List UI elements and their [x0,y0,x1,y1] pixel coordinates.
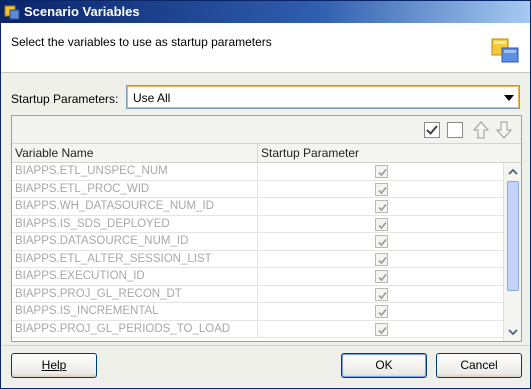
variable-name-cell: BIAPPS.IS_INCREMENTAL [12,303,258,320]
checkmark-icon [378,326,387,334]
table-row[interactable]: BIAPPS.WH_DATASOURCE_NUM_ID [12,198,503,216]
table-row[interactable]: BIAPPS.PROJ_GL_RECON_DT [12,285,503,303]
checkmark-icon [378,168,387,177]
app-icon [4,5,20,20]
checkmark-icon [378,256,387,264]
startup-parameter-checkbox[interactable] [375,165,388,178]
checkmark-icon [378,186,387,194]
variable-name-cell: BIAPPS.DATASOURCE_NUM_ID [12,233,258,250]
variable-name-cell: BIAPPS.EXECUTION_ID [12,268,258,285]
variable-name-cell: BIAPPS.WH_DATASOURCE_NUM_ID [12,198,258,215]
variables-rows: BIAPPS.ETL_UNSPEC_NUM BIAPPS.ETL_PROC_WID… [12,163,503,341]
variable-name-cell: BIAPPS.PROJ_GL_PERIODS_TO_LOAD [12,320,258,338]
variable-name-cell: BIAPPS.PROJ_GL_RECON_DT [12,285,258,303]
checkmark-icon [378,291,387,299]
table-row[interactable]: BIAPPS.IS_INCREMENTAL [12,303,503,321]
checkmark-icon [378,238,387,247]
scroll-up-icon[interactable] [506,165,520,179]
table-row[interactable]: BIAPPS.ETL_PROC_WID [12,180,503,198]
startup-parameter-cell [258,286,503,303]
uncheck-all-icon[interactable] [446,121,464,139]
ok-button[interactable]: OK [341,353,427,378]
startup-parameter-checkbox[interactable] [375,182,388,196]
checkmark-icon [378,203,387,212]
startup-parameter-checkbox[interactable] [375,305,388,318]
variable-name-cell: BIAPPS.ETL_UNSPEC_NUM [12,163,258,180]
variables-grid: Variable Name Startup Parameter BIAPPS.E… [11,115,522,342]
window-title: Scenario Variables [24,4,140,19]
startup-parameter-checkbox[interactable] [375,200,388,213]
move-up-icon[interactable] [472,121,490,139]
table-row[interactable]: BIAPPS.PROJ_GL_PERIODS_TO_LOAD [12,320,503,338]
scroll-down-icon[interactable] [506,325,520,339]
scrollbar-thumb[interactable] [507,181,519,291]
startup-parameter-cell [258,251,503,268]
startup-parameter-cell [258,216,503,233]
move-down-icon[interactable] [495,121,513,139]
table-row[interactable]: BIAPPS.ETL_ALTER_SESSION_LIST [12,250,503,268]
column-header-variable-name[interactable]: Variable Name [12,144,258,163]
header-banner: Select the variables to use as startup p… [1,23,530,73]
variable-name-cell: BIAPPS.ETL_ALTER_SESSION_LIST [12,250,258,268]
help-button-label: Help [41,358,67,372]
variable-name-cell: BIAPPS.ETL_PROC_WID [12,180,258,198]
table-row[interactable]: BIAPPS.EXECUTION_ID [12,268,503,286]
startup-parameters-select[interactable]: Use All [126,85,520,109]
startup-parameter-checkbox[interactable] [375,252,388,266]
scenario-variables-dialog: Scenario Variables Select the variables … [0,0,531,389]
help-button[interactable]: Help [11,353,97,378]
wizard-icon [491,38,519,63]
variable-name-cell: BIAPPS.IS_SDS_DEPLOYED [12,215,258,233]
table-row[interactable]: BIAPPS.IS_SDS_DEPLOYED [12,215,503,233]
startup-parameter-cell [258,303,503,320]
dropdown-arrow-icon[interactable] [503,93,515,103]
instructions-text: Select the variables to use as startup p… [11,35,272,49]
check-all-icon[interactable] [423,121,441,139]
vertical-scrollbar[interactable] [503,163,521,341]
startup-parameter-checkbox[interactable] [375,270,388,283]
checkmark-icon [378,273,387,282]
checkmark-icon [378,308,387,317]
startup-parameter-cell [258,181,503,198]
title-bar[interactable]: Scenario Variables [1,1,530,23]
startup-parameter-cell [258,198,503,215]
startup-parameters-label: Startup Parameters: [11,92,119,106]
column-header-startup-parameter[interactable]: Startup Parameter [258,144,521,163]
startup-parameter-checkbox[interactable] [375,322,388,336]
startup-parameter-cell [258,233,503,250]
startup-parameter-cell [258,163,503,180]
grid-toolbar [12,116,521,144]
footer-divider [1,345,530,346]
startup-parameters-value: Use All [133,91,171,105]
startup-parameter-cell [258,321,503,338]
table-row[interactable]: BIAPPS.ETL_UNSPEC_NUM [12,163,503,181]
cancel-button[interactable]: Cancel [436,353,522,378]
startup-parameter-cell [258,268,503,285]
startup-parameter-checkbox[interactable] [375,287,388,301]
startup-parameter-checkbox[interactable] [375,217,388,231]
checkmark-icon [378,221,387,229]
table-row[interactable]: BIAPPS.DATASOURCE_NUM_ID [12,233,503,251]
startup-parameter-checkbox[interactable] [375,235,388,248]
